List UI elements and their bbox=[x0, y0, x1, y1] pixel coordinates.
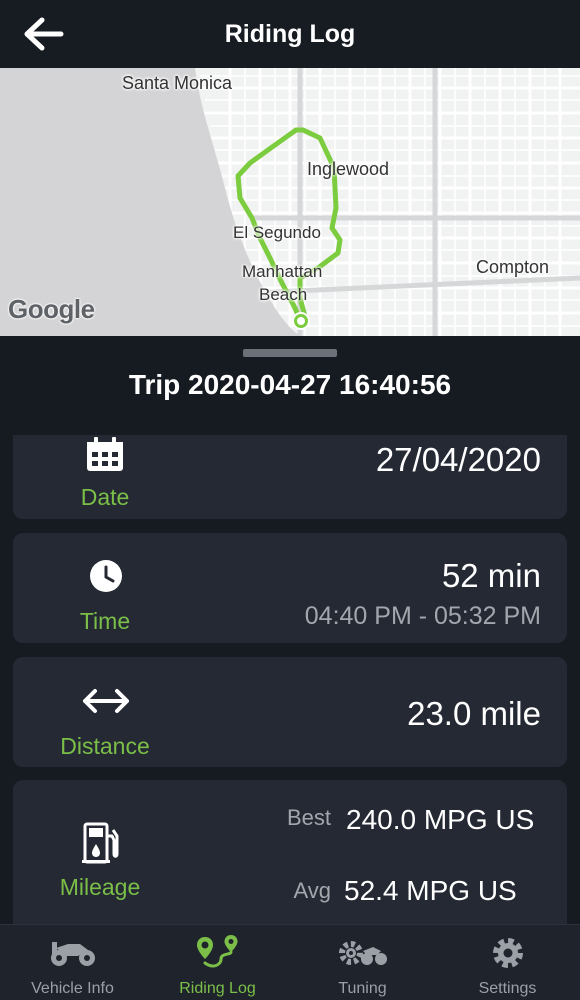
map-label-el-segundo: El Segundo bbox=[233, 223, 321, 242]
route-map[interactable]: Santa Monica Inglewood El Segundo Manhat… bbox=[0, 68, 580, 336]
time-label: Time bbox=[79, 608, 131, 634]
distance-card: Distance 23.0 mile bbox=[13, 657, 567, 767]
time-range-value: 04:40 PM - 05:32 PM bbox=[304, 602, 541, 630]
tab-label: Vehicle Info bbox=[31, 980, 114, 997]
mileage-label: Mileage bbox=[59, 874, 141, 900]
trip-stats-list[interactable]: Date 27/04/2020 Time 52 min 04:40 PM - 0… bbox=[0, 435, 580, 924]
map-label-inglewood: Inglewood bbox=[307, 159, 390, 179]
double-arrow-icon bbox=[81, 686, 131, 716]
date-label: Date bbox=[80, 484, 130, 510]
tab-label: Settings bbox=[478, 980, 537, 997]
app-header: Riding Log bbox=[0, 0, 580, 68]
duration-value: 52 min bbox=[441, 557, 541, 594]
map-label-manhattan: Manhattan bbox=[242, 262, 323, 281]
date-card: Date 27/04/2020 bbox=[13, 435, 567, 519]
best-mileage-value: 240.0 MPG US bbox=[346, 804, 535, 835]
google-logo: Google bbox=[8, 294, 95, 324]
bottom-tab-bar: Vehicle Info Riding Log Tuning Settings bbox=[0, 924, 580, 1000]
gear-icon bbox=[435, 935, 580, 971]
tuning-icon bbox=[290, 935, 435, 971]
distance-value: 23.0 mile bbox=[407, 695, 541, 732]
map-label-santa-monica: Santa Monica bbox=[122, 73, 233, 93]
trip-details-sheet: Trip 2020-04-27 16:40:56 Date 27/04/2020 bbox=[0, 336, 580, 924]
best-label: Best bbox=[286, 805, 331, 830]
tab-label: Riding Log bbox=[179, 980, 256, 997]
map-label-beach: Beach bbox=[259, 285, 308, 304]
tab-tuning[interactable]: Tuning bbox=[290, 925, 435, 1000]
tab-riding-log[interactable]: Riding Log bbox=[145, 925, 290, 1000]
page-title: Riding Log bbox=[224, 20, 356, 48]
avg-mileage-value: 52.4 MPG US bbox=[344, 875, 517, 906]
distance-label: Distance bbox=[60, 733, 150, 759]
trip-title: Trip 2020-04-27 16:40:56 bbox=[128, 369, 452, 400]
map-label-compton: Compton bbox=[476, 257, 550, 277]
date-value: 27/04/2020 bbox=[375, 441, 541, 478]
clock-icon bbox=[86, 558, 126, 594]
motorcycle-icon bbox=[0, 935, 145, 971]
fuel-pump-icon bbox=[79, 821, 121, 865]
tab-label: Tuning bbox=[338, 980, 387, 997]
tab-vehicle-info[interactable]: Vehicle Info bbox=[0, 925, 145, 1000]
avg-label: Avg bbox=[293, 878, 331, 903]
time-card: Time 52 min 04:40 PM - 05:32 PM bbox=[13, 533, 567, 643]
sheet-drag-handle[interactable] bbox=[243, 349, 337, 357]
route-icon bbox=[145, 935, 290, 971]
tab-settings[interactable]: Settings bbox=[435, 925, 580, 1000]
calendar-icon bbox=[83, 435, 127, 475]
mileage-card: Mileage Best 240.0 MPG US Avg 52.4 MPG U… bbox=[13, 780, 567, 924]
